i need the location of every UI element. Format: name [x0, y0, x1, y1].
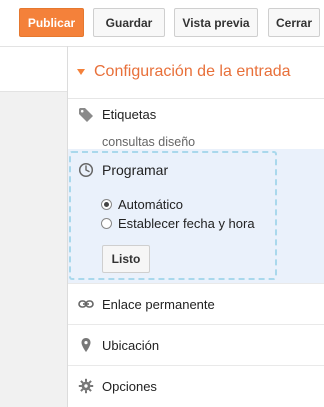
schedule-section: Programar Automático Establecer fecha y … — [68, 149, 324, 283]
tag-icon — [79, 108, 93, 122]
post-settings-panel: Configuración de la entrada Etiquetas co… — [67, 46, 324, 407]
publish-button[interactable]: Publicar — [19, 8, 84, 37]
radio-automatic-label: Automático — [118, 196, 184, 212]
preview-button[interactable]: Vista previa — [174, 8, 258, 37]
link-icon — [78, 300, 94, 308]
radio-set-date-input[interactable] — [101, 217, 112, 229]
schedule-title: Programar — [102, 162, 169, 178]
editor-left-pane — [0, 46, 67, 407]
editor-toolbar: Publicar Guardar Vista previa Cerrar — [0, 0, 324, 46]
editor-left-header — [0, 46, 67, 92]
post-settings-title: Configuración de la entrada — [94, 63, 291, 80]
radio-set-date-label: Establecer fecha y hora — [118, 215, 255, 231]
location-row[interactable]: Ubicación — [68, 324, 324, 365]
radio-set-date[interactable]: Establecer fecha y hora — [101, 215, 255, 231]
collapse-triangle-icon — [77, 69, 85, 75]
radio-automatic[interactable]: Automático — [101, 196, 183, 212]
permalink-row[interactable]: Enlace permanente — [68, 283, 324, 324]
close-button[interactable]: Cerrar — [268, 8, 320, 37]
clock-icon — [78, 162, 94, 178]
tags-label: Etiquetas — [102, 107, 157, 122]
tags-value: consultas diseño — [102, 135, 196, 149]
options-label: Opciones — [102, 379, 157, 394]
save-button[interactable]: Guardar — [93, 8, 165, 37]
permalink-label: Enlace permanente — [102, 297, 215, 312]
location-label: Ubicación — [102, 338, 160, 353]
gear-icon — [78, 378, 94, 394]
map-pin-icon — [81, 338, 91, 352]
post-settings-header[interactable]: Configuración de la entrada — [68, 46, 324, 99]
done-button[interactable]: Listo — [102, 245, 150, 273]
editor-left-body — [0, 92, 67, 407]
radio-automatic-input[interactable] — [101, 198, 112, 210]
options-row[interactable]: Opciones — [68, 365, 324, 406]
